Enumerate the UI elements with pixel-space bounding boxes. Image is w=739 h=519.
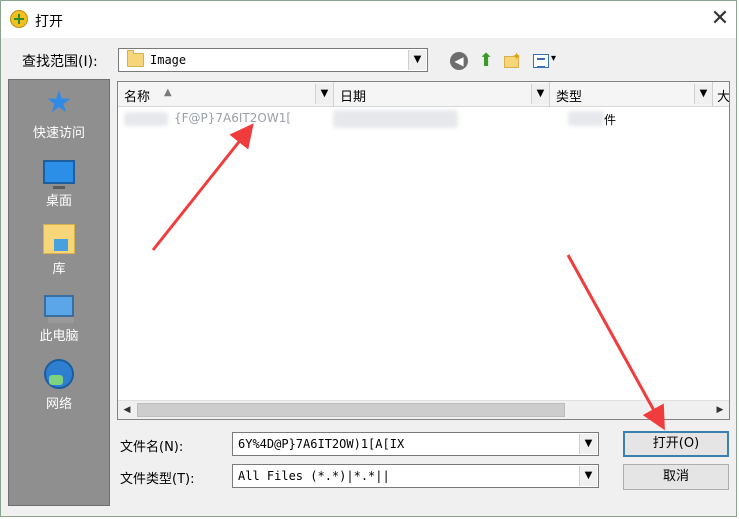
column-header-type[interactable]: 类型 ▼: [550, 82, 713, 106]
filename-value: 6Y%4D@P}7A6IT2OW)1[A[IX: [238, 437, 405, 451]
place-label: 此电脑: [39, 329, 79, 344]
filetype-label: 文件类型(T):: [120, 472, 195, 487]
view-menu-icon[interactable]: ▾: [533, 52, 561, 70]
folder-icon: [127, 50, 144, 67]
column-header-size[interactable]: 大: [713, 82, 729, 106]
title-bar: 打开 ✕: [1, 1, 736, 38]
scrollbar-thumb[interactable]: [137, 403, 565, 417]
new-folder-icon[interactable]: ✦: [503, 50, 521, 70]
place-label: 网络: [45, 397, 72, 412]
place-this-pc[interactable]: 此电脑: [9, 287, 109, 353]
filename-label: 文件名(N):: [120, 440, 184, 455]
dialog-title: 打开: [35, 14, 63, 30]
network-icon: [44, 359, 74, 389]
list-header: 名称 ▲ ▼ 日期 ▼ 类型 ▼ 大: [118, 82, 729, 107]
cancel-button[interactable]: 取消: [623, 464, 729, 490]
lookin-label: 查找范围(I):: [22, 54, 98, 70]
open-button[interactable]: 打开(O): [623, 431, 729, 457]
computer-icon: [44, 295, 74, 323]
horizontal-scrollbar[interactable]: ◀ ▶: [118, 400, 729, 419]
file-type: 件: [604, 113, 617, 127]
chevron-down-icon[interactable]: ▼: [315, 84, 333, 104]
back-icon[interactable]: ◀: [450, 52, 468, 70]
chevron-down-icon[interactable]: ▼: [579, 466, 597, 486]
column-header-date[interactable]: 日期 ▼: [334, 82, 550, 106]
desktop-icon: [43, 160, 75, 189]
chevron-down-icon[interactable]: ▼: [408, 50, 426, 70]
close-icon: ✕: [710, 6, 730, 31]
place-library[interactable]: 库: [9, 220, 109, 286]
column-header-name[interactable]: 名称 ▲ ▼: [118, 82, 334, 106]
filename-combobox[interactable]: 6Y%4D@P}7A6IT2OW)1[A[IX ▼: [232, 432, 599, 456]
sort-arrow-icon: ▲: [164, 87, 172, 98]
chevron-down-icon[interactable]: ▼: [531, 84, 549, 104]
lookin-value: Image: [150, 53, 187, 67]
place-label: 库: [52, 262, 66, 277]
place-network[interactable]: 网络: [9, 355, 109, 421]
lookin-combobox[interactable]: Image ▼: [118, 48, 428, 72]
scroll-left-icon[interactable]: ◀: [118, 401, 136, 419]
chevron-down-icon[interactable]: ▼: [579, 434, 597, 454]
place-desktop[interactable]: 桌面: [9, 152, 109, 218]
open-file-dialog: 打开 ✕ 查找范围(I): Image ▼ ◀ ⬆ ✦ ▾ ★ 快速访问 桌面 …: [0, 0, 737, 517]
place-label: 快速访问: [32, 126, 85, 141]
close-button[interactable]: ✕: [707, 7, 733, 31]
chevron-down-icon[interactable]: ▼: [694, 84, 712, 104]
scroll-right-icon[interactable]: ▶: [711, 401, 729, 419]
file-list[interactable]: 名称 ▲ ▼ 日期 ▼ 类型 ▼ 大 {F@P}7A6IT2OW1[ 件 ◀ ▶: [117, 81, 730, 420]
library-icon: [43, 224, 75, 254]
list-item[interactable]: {F@P}7A6IT2OW1[ 件: [118, 108, 729, 130]
star-icon: ★: [45, 85, 73, 120]
file-name: {F@P}7A6IT2OW1[: [174, 111, 292, 125]
filetype-value: All Files (*.*)|*.*||: [238, 469, 390, 483]
places-bar: ★ 快速访问 桌面 库 此电脑 网络: [8, 79, 110, 506]
place-label: 桌面: [45, 194, 72, 209]
place-quick-access[interactable]: ★ 快速访问: [9, 84, 109, 150]
up-folder-icon[interactable]: ⬆: [477, 52, 495, 70]
filetype-combobox[interactable]: All Files (*.*)|*.*|| ▼: [232, 464, 599, 488]
app-icon: [10, 10, 28, 28]
